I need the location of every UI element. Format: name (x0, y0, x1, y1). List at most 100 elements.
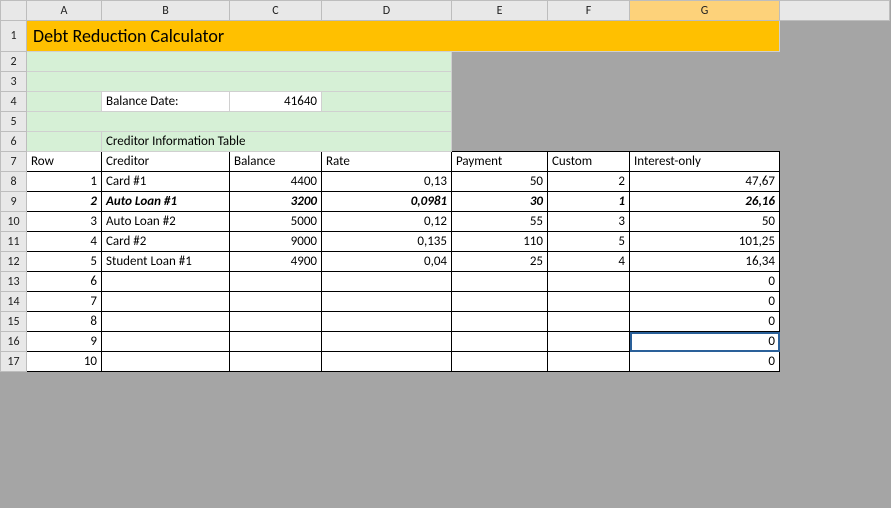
column-header-row[interactable]: A B C D E F G (1, 1, 890, 21)
cell-rate[interactable] (322, 272, 452, 292)
cell-payment[interactable] (452, 332, 548, 352)
row-hdr-13[interactable]: 13 (1, 272, 27, 292)
spreadsheet[interactable]: A B C D E F G 1 Debt Reduction Calculato… (0, 0, 891, 372)
cell-balance[interactable]: 9000 (230, 232, 322, 252)
hdr-interest-only[interactable]: Interest-only (630, 152, 780, 172)
cell-interest[interactable]: 0 (630, 352, 780, 372)
cell-payment[interactable] (452, 352, 548, 372)
cell-interest[interactable]: 47,67 (630, 172, 780, 192)
cell-rownum[interactable]: 6 (27, 272, 102, 292)
cell-payment[interactable]: 110 (452, 232, 548, 252)
select-all-corner[interactable] (1, 1, 27, 21)
cell-custom[interactable] (548, 332, 630, 352)
green-r5[interactable] (27, 112, 452, 132)
row-hdr-15[interactable]: 15 (1, 312, 27, 332)
cell-rate[interactable]: 0,04 (322, 252, 452, 272)
cell-balance[interactable] (230, 272, 322, 292)
cell-balance[interactable]: 4900 (230, 252, 322, 272)
row-hdr-10[interactable]: 10 (1, 212, 27, 232)
row-hdr-2[interactable]: 2 (1, 52, 27, 72)
cell-payment[interactable]: 30 (452, 192, 548, 212)
cell-rownum[interactable]: 1 (27, 172, 102, 192)
cell-custom[interactable]: 3 (548, 212, 630, 232)
cell-interest[interactable]: 0 (630, 272, 780, 292)
row-hdr-11[interactable]: 11 (1, 232, 27, 252)
hdr-row[interactable]: Row (27, 152, 102, 172)
cell-custom[interactable]: 4 (548, 252, 630, 272)
cell-custom[interactable]: 1 (548, 192, 630, 212)
hdr-payment[interactable]: Payment (452, 152, 548, 172)
cell-rownum[interactable]: 5 (27, 252, 102, 272)
cell-balance[interactable]: 5000 (230, 212, 322, 232)
cell-rate[interactable]: 0,0981 (322, 192, 452, 212)
row-hdr-7[interactable]: 7 (1, 152, 27, 172)
cell-custom[interactable]: 5 (548, 232, 630, 252)
cell-balance[interactable] (230, 332, 322, 352)
row-hdr-6[interactable]: 6 (1, 132, 27, 152)
cell-balance[interactable] (230, 292, 322, 312)
row-hdr-3[interactable]: 3 (1, 72, 27, 92)
cell-rate[interactable] (322, 332, 452, 352)
cell-interest[interactable]: 26,16 (630, 192, 780, 212)
cell-payment[interactable] (452, 312, 548, 332)
cell-custom[interactable] (548, 272, 630, 292)
cell-creditor[interactable]: Student Loan #1 (102, 252, 230, 272)
col-hdr-B[interactable]: B (102, 1, 230, 21)
row-hdr-9[interactable]: 9 (1, 192, 27, 212)
cell-creditor[interactable] (102, 332, 230, 352)
cell-interest[interactable]: 50 (630, 212, 780, 232)
cell-custom[interactable] (548, 312, 630, 332)
balance-date-value[interactable]: 41640 (230, 92, 322, 112)
cell-interest[interactable]: 101,25 (630, 232, 780, 252)
cell-creditor[interactable]: Card #2 (102, 232, 230, 252)
cell-rate[interactable]: 0,13 (322, 172, 452, 192)
cell-payment[interactable]: 50 (452, 172, 548, 192)
cell-creditor[interactable]: Auto Loan #2 (102, 212, 230, 232)
cell-rate[interactable]: 0,135 (322, 232, 452, 252)
cell-interest[interactable]: 0 (630, 332, 780, 352)
cell-balance[interactable] (230, 312, 322, 332)
col-hdr-A[interactable]: A (27, 1, 102, 21)
cell-balance[interactable] (230, 352, 322, 372)
cell-payment[interactable]: 25 (452, 252, 548, 272)
col-hdr-F[interactable]: F (548, 1, 630, 21)
title-cell[interactable]: Debt Reduction Calculator (27, 21, 780, 52)
cell-creditor[interactable]: Auto Loan #1 (102, 192, 230, 212)
hdr-rate[interactable]: Rate (322, 152, 452, 172)
hdr-custom[interactable]: Custom (548, 152, 630, 172)
col-hdr-D[interactable]: D (322, 1, 452, 21)
cell-rate[interactable] (322, 312, 452, 332)
table-caption[interactable]: Creditor Information Table (102, 132, 452, 152)
row-hdr-16[interactable]: 16 (1, 332, 27, 352)
row-hdr-17[interactable]: 17 (1, 352, 27, 372)
cell-creditor[interactable] (102, 352, 230, 372)
col-hdr-G[interactable]: G (630, 1, 780, 21)
cell-rate[interactable] (322, 352, 452, 372)
cell-rownum[interactable]: 10 (27, 352, 102, 372)
cell-creditor[interactable]: Card #1 (102, 172, 230, 192)
cell-custom[interactable] (548, 292, 630, 312)
green-r4-a[interactable] (27, 92, 102, 112)
green-r4-d[interactable] (322, 92, 452, 112)
green-r2[interactable] (27, 52, 452, 72)
cell-rownum[interactable]: 7 (27, 292, 102, 312)
row-hdr-4[interactable]: 4 (1, 92, 27, 112)
cell-creditor[interactable] (102, 272, 230, 292)
cell-custom[interactable] (548, 352, 630, 372)
cell-balance[interactable]: 3200 (230, 192, 322, 212)
cell-payment[interactable] (452, 272, 548, 292)
hdr-creditor[interactable]: Creditor (102, 152, 230, 172)
cell-payment[interactable]: 55 (452, 212, 548, 232)
row-hdr-8[interactable]: 8 (1, 172, 27, 192)
green-r6-a[interactable] (27, 132, 102, 152)
cell-custom[interactable]: 2 (548, 172, 630, 192)
grid-table[interactable]: A B C D E F G 1 Debt Reduction Calculato… (0, 0, 890, 372)
cell-rate[interactable]: 0,12 (322, 212, 452, 232)
cell-creditor[interactable] (102, 292, 230, 312)
cell-interest[interactable]: 16,34 (630, 252, 780, 272)
cell-interest[interactable]: 0 (630, 312, 780, 332)
green-r3[interactable] (27, 72, 452, 92)
cell-payment[interactable] (452, 292, 548, 312)
cell-rownum[interactable]: 3 (27, 212, 102, 232)
cell-creditor[interactable] (102, 312, 230, 332)
